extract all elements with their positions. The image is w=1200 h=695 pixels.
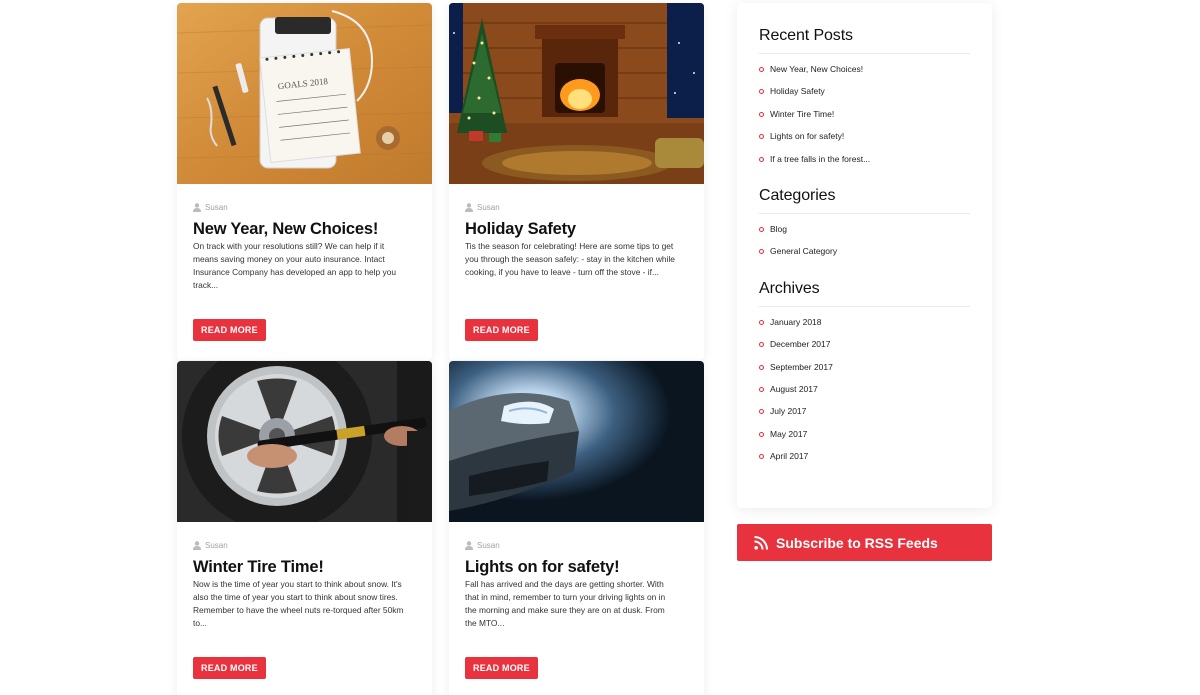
- bullet-icon: [759, 67, 764, 72]
- archive-label[interactable]: July 2017: [770, 404, 806, 418]
- category-link[interactable]: General Category: [759, 244, 970, 266]
- post-meta: Susan: [193, 201, 416, 213]
- read-more-button[interactable]: READ MORE: [193, 319, 266, 341]
- widget-title: Categories: [759, 187, 970, 214]
- bullet-icon: [759, 111, 764, 117]
- subscribe-rss-button[interactable]: Subscribe to RSS Feeds: [737, 524, 992, 561]
- archive-label[interactable]: August 2017: [770, 382, 818, 396]
- post-meta: Susan: [465, 201, 688, 213]
- archive-label[interactable]: December 2017: [770, 337, 830, 351]
- bullet-icon: [759, 386, 764, 392]
- bullet-icon: [759, 134, 764, 140]
- read-more-button[interactable]: READ MORE: [465, 319, 538, 341]
- archives-list: January 2018 December 2017 September 201…: [759, 315, 970, 472]
- post-author[interactable]: Susan: [477, 541, 500, 550]
- archive-link[interactable]: December 2017: [759, 337, 970, 359]
- recent-post-link[interactable]: New Year, New Choices!: [759, 62, 970, 84]
- widget-title: Recent Posts: [759, 27, 970, 54]
- sidebar: Recent Posts New Year, New Choices! Holi…: [737, 3, 992, 508]
- bullet-icon: [759, 156, 764, 162]
- recent-post-link[interactable]: Lights on for safety!: [759, 129, 970, 151]
- bullet-icon: [759, 454, 764, 460]
- archive-link[interactable]: August 2017: [759, 382, 970, 404]
- categories-list: Blog General Category: [759, 222, 970, 267]
- bullet-icon: [759, 249, 764, 255]
- post-excerpt: Tis the season for celebrating! Here are…: [465, 241, 675, 277]
- archive-link[interactable]: January 2018: [759, 315, 970, 337]
- bullet-icon: [759, 342, 764, 348]
- post-title[interactable]: Winter Tire Time!: [193, 557, 416, 577]
- user-icon: [465, 540, 473, 550]
- archive-link[interactable]: September 2017: [759, 360, 970, 382]
- recent-posts-list: New Year, New Choices! Holiday Safety Wi…: [759, 62, 970, 174]
- archive-label[interactable]: January 2018: [770, 315, 822, 329]
- archive-label[interactable]: April 2017: [770, 449, 808, 463]
- category-label[interactable]: General Category: [770, 244, 837, 258]
- archive-label[interactable]: May 2017: [770, 427, 807, 441]
- post-meta: Susan: [193, 539, 416, 551]
- recent-post-label[interactable]: If a tree falls in the forest...: [770, 152, 870, 166]
- user-icon: [193, 202, 201, 212]
- post-title[interactable]: Holiday Safety: [465, 219, 688, 239]
- recent-post-label[interactable]: Winter Tire Time!: [770, 107, 834, 121]
- rss-icon: [754, 535, 768, 550]
- post-excerpt: On track with your resolutions still? We…: [193, 241, 397, 290]
- recent-post-link[interactable]: If a tree falls in the forest...: [759, 152, 970, 174]
- post-card: GOALS 2018 Susan New Year, New Choices! …: [177, 3, 432, 360]
- bullet-icon: [759, 319, 764, 325]
- christmas-fireplace-image[interactable]: [449, 3, 704, 184]
- user-icon: [193, 540, 201, 550]
- category-label[interactable]: Blog: [770, 222, 787, 236]
- post-author[interactable]: Susan: [477, 203, 500, 212]
- archive-label[interactable]: September 2017: [770, 360, 833, 374]
- recent-post-link[interactable]: Winter Tire Time!: [759, 107, 970, 129]
- post-title[interactable]: New Year, New Choices!: [193, 219, 416, 239]
- post-author[interactable]: Susan: [205, 203, 228, 212]
- goals-notebook-image[interactable]: GOALS 2018: [177, 3, 432, 184]
- recent-post-label[interactable]: Lights on for safety!: [770, 129, 844, 143]
- recent-post-label[interactable]: Holiday Safety: [770, 84, 825, 98]
- post-author[interactable]: Susan: [205, 541, 228, 550]
- bullet-icon: [759, 431, 764, 437]
- archive-link[interactable]: July 2017: [759, 404, 970, 426]
- user-icon: [465, 202, 473, 212]
- archives-widget: Archives January 2018 December 2017 Sept…: [759, 280, 970, 472]
- post-meta: Susan: [465, 539, 688, 551]
- subscribe-rss-label: Subscribe to RSS Feeds: [776, 534, 938, 551]
- bullet-icon: [759, 364, 764, 370]
- read-more-button[interactable]: READ MORE: [193, 657, 266, 679]
- tire-wrench-image[interactable]: [177, 361, 432, 522]
- widget-title: Archives: [759, 280, 970, 307]
- bullet-icon: [759, 409, 764, 415]
- categories-widget: Categories Blog General Category: [759, 187, 970, 267]
- post-title[interactable]: Lights on for safety!: [465, 557, 688, 577]
- bullet-icon: [759, 226, 764, 232]
- category-link[interactable]: Blog: [759, 222, 970, 244]
- post-card: Susan Holiday Safety Tis the season for …: [449, 3, 704, 360]
- recent-post-link[interactable]: Holiday Safety: [759, 84, 970, 106]
- post-excerpt: Fall has arrived and the days are gettin…: [465, 579, 666, 628]
- post-card: Susan Lights on for safety! Fall has arr…: [449, 361, 704, 695]
- bullet-icon: [759, 89, 764, 95]
- car-headlight-image[interactable]: [449, 361, 704, 522]
- archive-link[interactable]: May 2017: [759, 427, 970, 449]
- recent-post-label[interactable]: New Year, New Choices!: [770, 62, 863, 76]
- recent-posts-widget: Recent Posts New Year, New Choices! Holi…: [759, 27, 970, 174]
- post-card: Susan Winter Tire Time! Now is the time …: [177, 361, 432, 695]
- post-excerpt: Now is the time of year you start to thi…: [193, 579, 404, 628]
- archive-link[interactable]: April 2017: [759, 449, 970, 471]
- read-more-button[interactable]: READ MORE: [465, 657, 538, 679]
